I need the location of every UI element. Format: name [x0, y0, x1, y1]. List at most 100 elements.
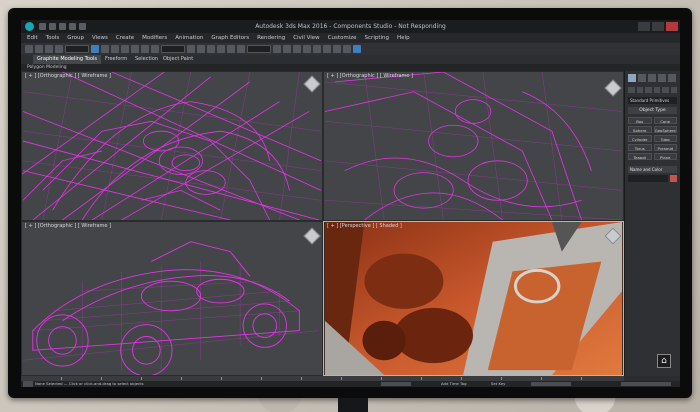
display-tab-icon[interactable]: [668, 74, 676, 82]
name-and-color-row: [628, 175, 677, 182]
scale-icon[interactable]: [151, 45, 159, 53]
motion-tab-icon[interactable]: [658, 74, 666, 82]
create-category-row: [625, 85, 680, 95]
menu-graph-editors[interactable]: Graph Editors: [211, 33, 249, 43]
pivot-icon[interactable]: [187, 45, 195, 53]
manipulate-icon[interactable]: [197, 45, 205, 53]
space-warps-icon[interactable]: [670, 87, 677, 93]
wireframe-car-interior: [324, 72, 623, 220]
geosphere-button[interactable]: GeoSphere: [653, 126, 677, 133]
menu-animation[interactable]: Animation: [175, 33, 203, 43]
render-setup-icon[interactable]: [333, 45, 341, 53]
redo-tool-icon[interactable]: [35, 45, 43, 53]
viewport-bottom-right-perspective[interactable]: [ + ] [Perspective ] [ Shaded ]: [323, 221, 624, 376]
object-type-header[interactable]: Object Type: [628, 107, 677, 114]
unlink-icon[interactable]: [55, 45, 63, 53]
primitive-type-dropdown[interactable]: Standard Primitives: [628, 97, 677, 104]
menu-create[interactable]: Create: [116, 33, 134, 43]
minimize-button[interactable]: [638, 22, 650, 31]
sphere-button[interactable]: Sphere: [628, 126, 652, 133]
link-icon[interactable]: [45, 45, 53, 53]
viewport-navigation-controls[interactable]: [621, 382, 671, 386]
hierarchy-tab-icon[interactable]: [648, 74, 656, 82]
menu-rendering[interactable]: Rendering: [257, 33, 285, 43]
modify-tab-icon[interactable]: [638, 74, 646, 82]
tab-freeform[interactable]: Freeform: [101, 55, 131, 64]
viewport-top-right[interactable]: [ + ] [Orthographic ] [ Wireframe ]: [323, 71, 624, 221]
window-controls: [638, 22, 678, 31]
tab-object-paint[interactable]: Object Paint: [159, 55, 197, 64]
viewport-label[interactable]: [ + ] [Perspective ] [ Shaded ]: [327, 223, 402, 229]
cylinder-button[interactable]: Cylinder: [628, 135, 652, 142]
cone-button[interactable]: Cone: [653, 117, 677, 124]
snap-toggle-icon[interactable]: [207, 45, 215, 53]
select-object-icon[interactable]: [91, 45, 99, 53]
select-by-name-icon[interactable]: [101, 45, 109, 53]
cameras-icon[interactable]: [653, 87, 660, 93]
render-icon[interactable]: [353, 45, 361, 53]
schematic-view-icon[interactable]: [313, 45, 321, 53]
selection-filter-dropdown[interactable]: [65, 45, 89, 53]
pyramid-button[interactable]: Pyramid: [653, 144, 677, 151]
percent-snap-icon[interactable]: [227, 45, 235, 53]
teapot-button[interactable]: Teapot: [628, 153, 652, 160]
angle-snap-icon[interactable]: [217, 45, 225, 53]
rotate-icon[interactable]: [141, 45, 149, 53]
home-icon[interactable]: ⌂: [657, 354, 671, 368]
align-icon[interactable]: [283, 45, 291, 53]
tube-button[interactable]: Tube: [653, 135, 677, 142]
viewport-top-left[interactable]: [ + ] [Orthographic ] [ Wireframe ]: [21, 71, 323, 221]
geometry-icon[interactable]: [628, 87, 635, 93]
close-button[interactable]: [666, 22, 678, 31]
menu-scripting[interactable]: Scripting: [365, 33, 389, 43]
viewport-label[interactable]: [ + ] [Orthographic ] [ Wireframe ]: [25, 73, 111, 79]
material-editor-icon[interactable]: [323, 45, 331, 53]
add-time-tag-label[interactable]: Add Time Tag: [441, 381, 466, 387]
object-color-swatch[interactable]: [670, 175, 677, 182]
menu-modifiers[interactable]: Modifiers: [142, 33, 167, 43]
ribbon-tabs: Graphite Modeling Tools Freeform Selecti…: [21, 55, 680, 64]
lights-icon[interactable]: [645, 87, 652, 93]
menu-views[interactable]: Views: [92, 33, 108, 43]
mirror-icon[interactable]: [273, 45, 281, 53]
window-crossing-icon[interactable]: [121, 45, 129, 53]
spinner-snap-icon[interactable]: [237, 45, 245, 53]
playback-controls[interactable]: [531, 382, 571, 386]
tab-graphite-modeling-tools[interactable]: Graphite Modeling Tools: [33, 55, 102, 64]
menu-help[interactable]: Help: [397, 33, 410, 43]
move-icon[interactable]: [131, 45, 139, 53]
undo-tool-icon[interactable]: [25, 45, 33, 53]
timeline-tick: [541, 377, 542, 380]
viewport-label[interactable]: [ + ] [Orthographic ] [ Wireframe ]: [25, 223, 111, 229]
ribbon-panel[interactable]: Polygon Modeling: [21, 64, 680, 71]
set-key-label[interactable]: Set Key: [491, 381, 505, 387]
coordinate-display[interactable]: [381, 382, 411, 386]
box-button[interactable]: Box: [628, 117, 652, 124]
torus-button[interactable]: Torus: [628, 144, 652, 151]
reference-coordinate-dropdown[interactable]: [161, 45, 185, 53]
viewport-label[interactable]: [ + ] [Orthographic ] [ Wireframe ]: [327, 73, 413, 79]
maximize-button[interactable]: [652, 22, 664, 31]
curve-editor-icon[interactable]: [303, 45, 311, 53]
plane-button[interactable]: Plane: [653, 153, 677, 160]
tab-selection[interactable]: Selection: [131, 55, 162, 64]
menu-civil-view[interactable]: Civil View: [293, 33, 319, 43]
name-and-color-header[interactable]: Name and Color: [628, 166, 677, 173]
create-tab-icon[interactable]: [628, 74, 636, 82]
timeline-tick: [141, 377, 142, 380]
object-name-input[interactable]: [628, 175, 668, 182]
menu-edit[interactable]: Edit: [27, 33, 38, 43]
render-frame-icon[interactable]: [343, 45, 351, 53]
named-selection-dropdown[interactable]: [247, 45, 271, 53]
shapes-icon[interactable]: [636, 87, 643, 93]
viewport-bottom-left[interactable]: [ + ] [Orthographic ] [ Wireframe ]: [21, 221, 323, 376]
timeline-tick: [461, 377, 462, 380]
menu-group[interactable]: Group: [67, 33, 84, 43]
menu-tools[interactable]: Tools: [46, 33, 60, 43]
rectangular-selection-icon[interactable]: [111, 45, 119, 53]
helpers-icon[interactable]: [662, 87, 669, 93]
menu-customize[interactable]: Customize: [328, 33, 357, 43]
layer-icon[interactable]: [293, 45, 301, 53]
maxscript-listener-icon[interactable]: [23, 381, 33, 387]
command-panel: Standard Primitives Object Type Box Cone…: [624, 71, 680, 376]
